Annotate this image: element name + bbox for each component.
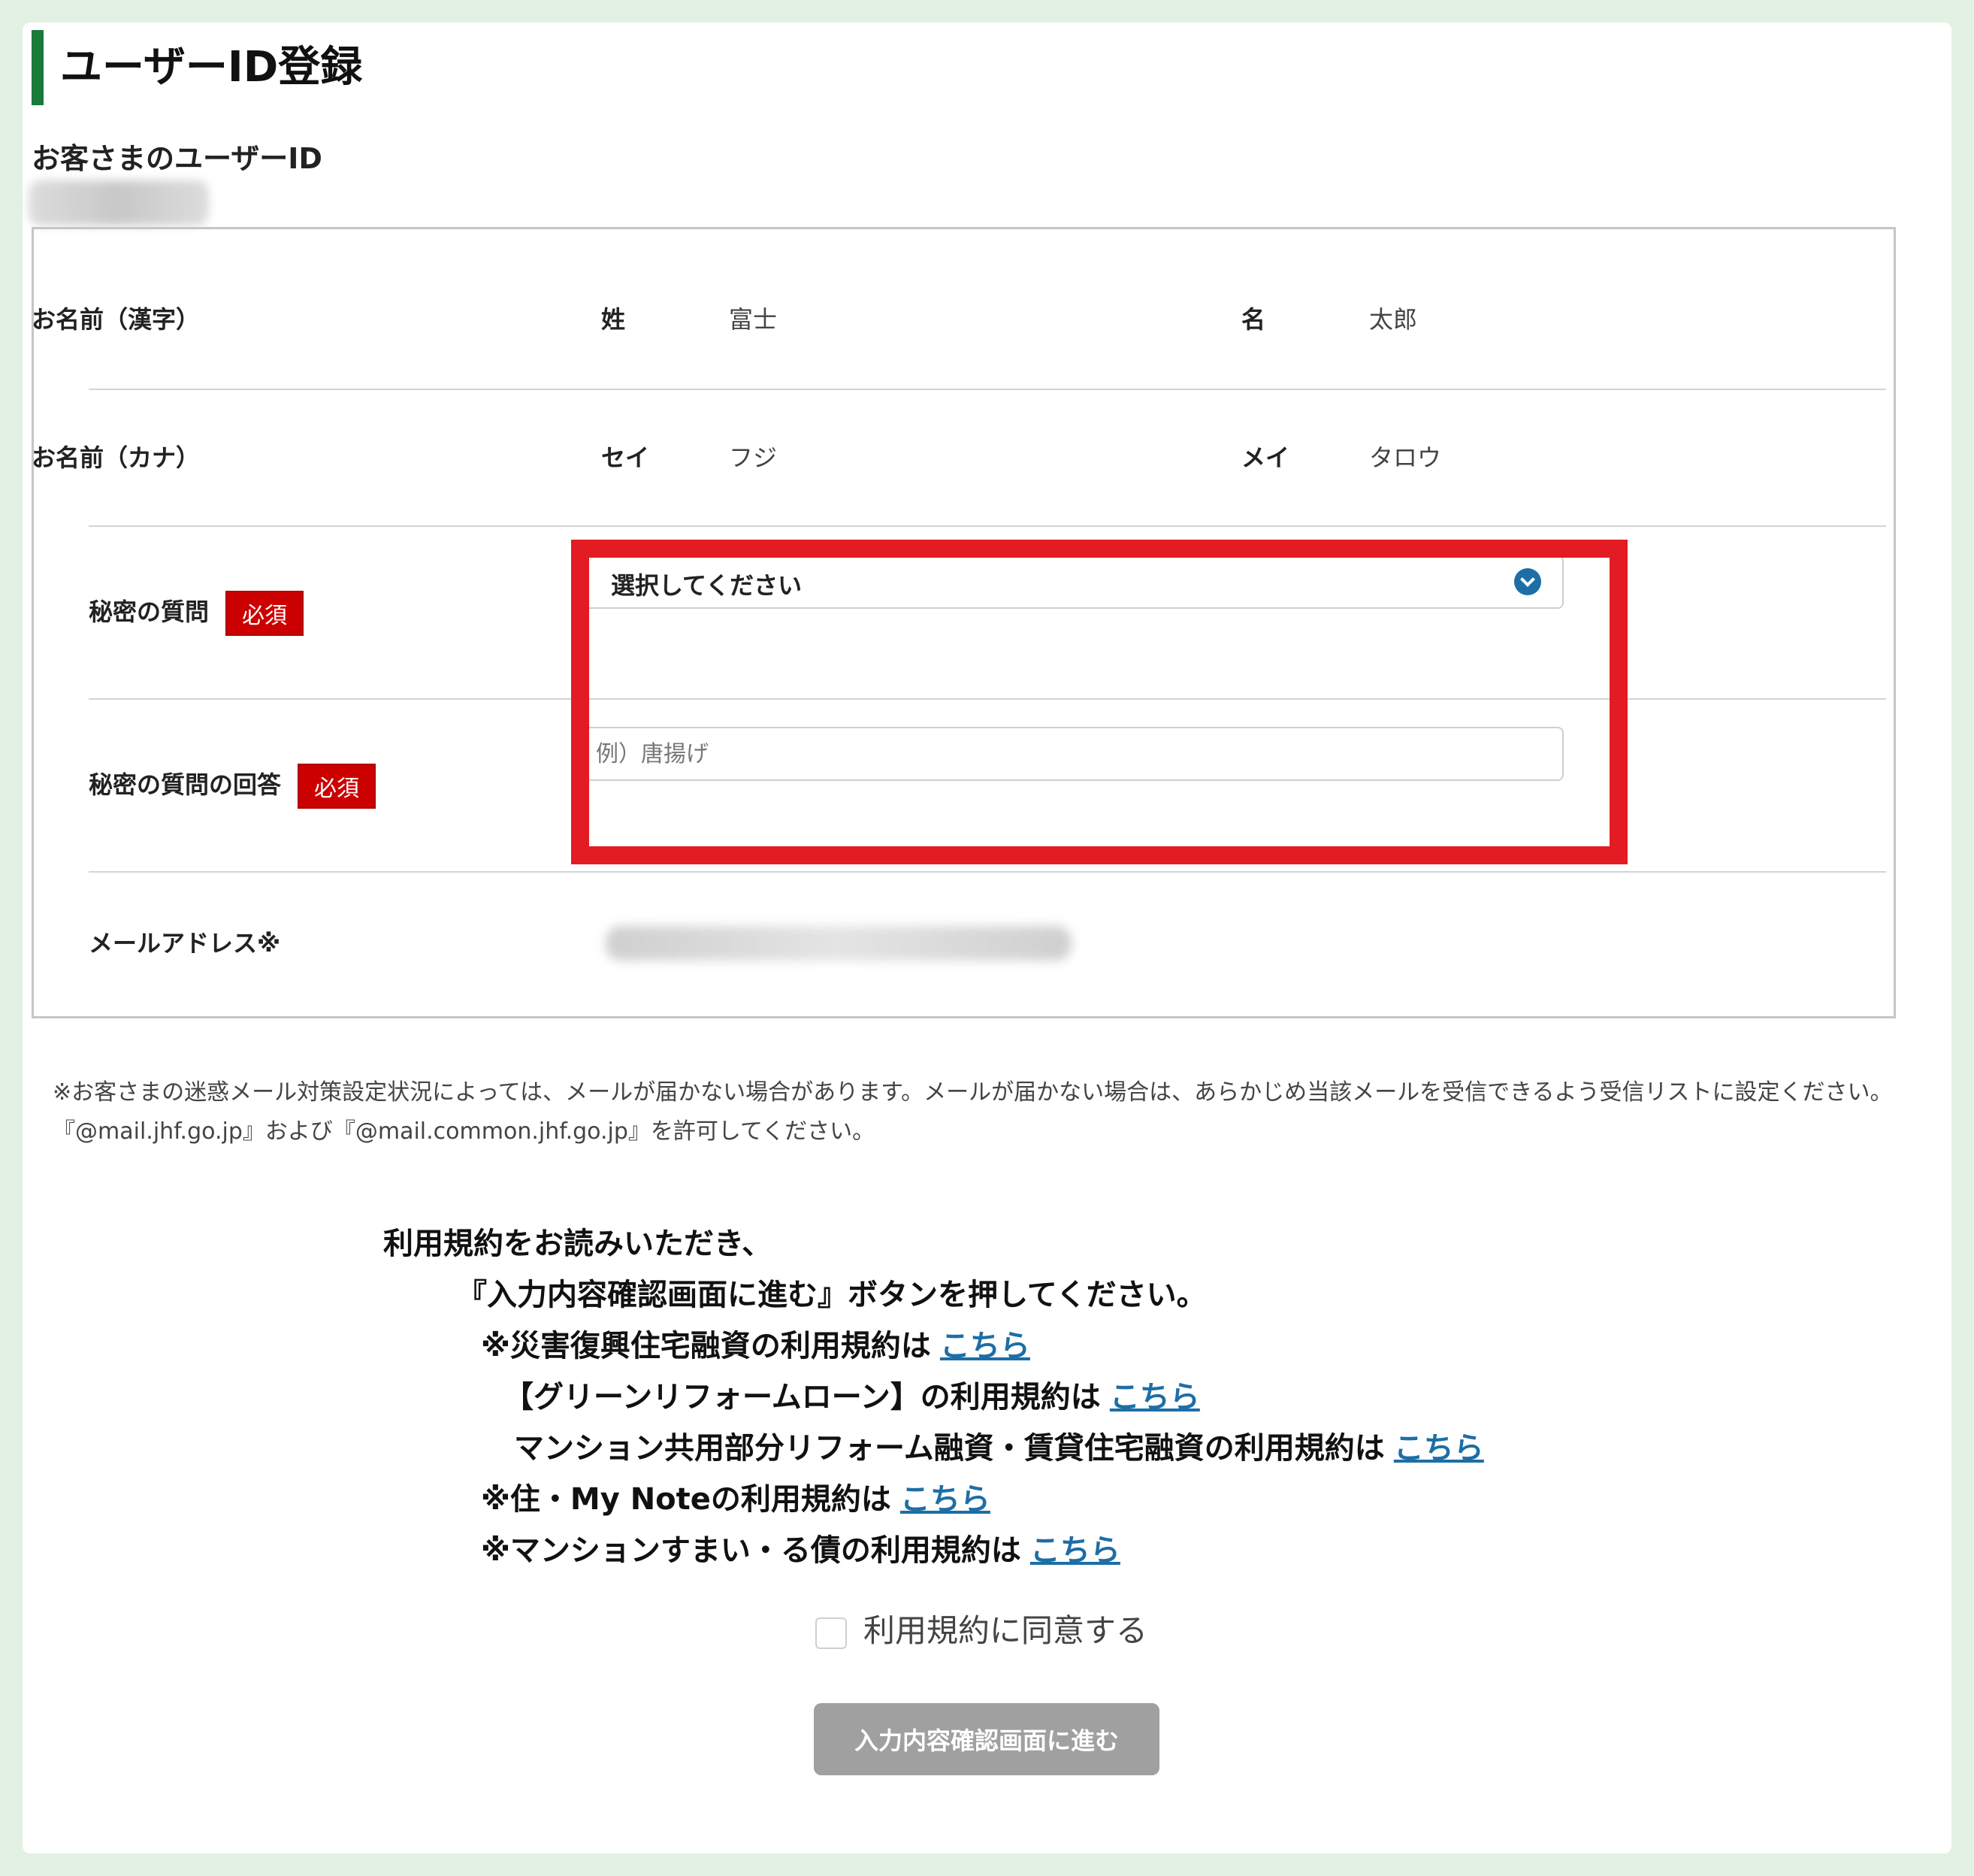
- terms-sumairu-link[interactable]: こちら: [1030, 1533, 1120, 1568]
- secret-question-selected: 選択してください: [611, 571, 803, 600]
- agree-checkbox[interactable]: [815, 1617, 847, 1649]
- divider: [89, 698, 1886, 700]
- secret-question-select[interactable]: 選択してください: [579, 555, 1564, 609]
- required-badge: 必須: [298, 764, 376, 809]
- terms-green-reform: 【グリーンリフォームローン】の利用規約は こちら: [503, 1372, 1200, 1416]
- secret-answer-label-text: 秘密の質問の回答: [89, 770, 282, 799]
- mei-kanji-label: 名: [1241, 305, 1266, 334]
- terms-intro-line2: 『入力内容確認画面に進む』ボタンを押してください。: [457, 1278, 1207, 1312]
- proceed-to-confirm-button[interactable]: 入力内容確認画面に進む: [814, 1703, 1159, 1775]
- page-title: ユーザーID登録: [32, 30, 362, 105]
- mei-kanji-value: 太郎: [1369, 305, 1418, 334]
- divider: [89, 389, 1886, 390]
- secret-question-label-text: 秘密の質問: [89, 598, 210, 626]
- row-name-kana: お名前（カナ） セイ フジ メイ タロウ: [32, 439, 1829, 484]
- terms-sumairu: ※マンションすまい・る債の利用規約は こちら: [481, 1526, 1120, 1569]
- name-kanji-label: お名前（漢字）: [32, 305, 201, 334]
- terms-sumairu-text: ※マンションすまい・る債の利用規約は: [481, 1533, 1021, 1568]
- chevron-down-icon: [1514, 568, 1541, 595]
- terms-green-reform-link[interactable]: こちら: [1110, 1380, 1200, 1415]
- name-kana-label: お名前（カナ）: [32, 443, 201, 472]
- secret-question-label: 秘密の質問 必須: [89, 591, 304, 636]
- terms-mansion-common-link[interactable]: こちら: [1394, 1431, 1484, 1466]
- secret-answer-input[interactable]: [579, 727, 1564, 781]
- divider: [89, 871, 1886, 873]
- terms-green-reform-text: 【グリーンリフォームローン】の利用規約は: [503, 1380, 1101, 1415]
- terms-my-note-link[interactable]: こちら: [900, 1482, 990, 1517]
- sei-kanji-label: 姓: [601, 305, 626, 334]
- terms-mansion-common-text: マンション共用部分リフォーム融資・賃貸住宅融資の利用規約は: [514, 1431, 1385, 1466]
- email-value-redacted: [606, 926, 1072, 961]
- terms-my-note: ※住・My Noteの利用規約は こちら: [481, 1475, 990, 1518]
- terms-disaster-recovery: ※災害復興住宅融資の利用規約は こちら: [481, 1321, 1030, 1365]
- email-notice: ※お客さまの迷惑メール対策設定状況によっては、メールが届かない場合があります。メ…: [53, 1079, 1893, 1145]
- terms-intro-line1: 利用規約をお読みいただき、: [383, 1227, 772, 1261]
- terms-disaster-recovery-link[interactable]: こちら: [940, 1329, 1030, 1363]
- agree-terms[interactable]: 利用規約に同意する: [815, 1605, 1147, 1651]
- row-name-kanji: お名前（漢字） 姓 富士 名 太郎: [32, 301, 1829, 346]
- terms-mansion-common: マンション共用部分リフォーム融資・賃貸住宅融資の利用規約は こちら: [514, 1424, 1484, 1467]
- mei-kana-label: メイ: [1241, 443, 1290, 472]
- terms-disaster-recovery-text: ※災害復興住宅融資の利用規約は: [481, 1329, 931, 1363]
- sei-kana-value: フジ: [729, 443, 778, 472]
- user-id-value-redacted: [29, 180, 209, 225]
- agree-label: 利用規約に同意する: [863, 1612, 1148, 1649]
- secret-answer-label: 秘密の質問の回答 必須: [89, 764, 376, 809]
- user-id-label: お客さまのユーザーID: [32, 142, 322, 175]
- sei-kanji-value: 富士: [729, 305, 778, 334]
- sei-kana-label: セイ: [601, 443, 650, 472]
- email-label: メールアドレス※: [89, 929, 281, 958]
- terms-my-note-text: ※住・My Noteの利用規約は: [481, 1482, 891, 1517]
- divider: [89, 525, 1886, 527]
- mei-kana-value: タロウ: [1369, 443, 1442, 472]
- required-badge: 必須: [225, 591, 304, 636]
